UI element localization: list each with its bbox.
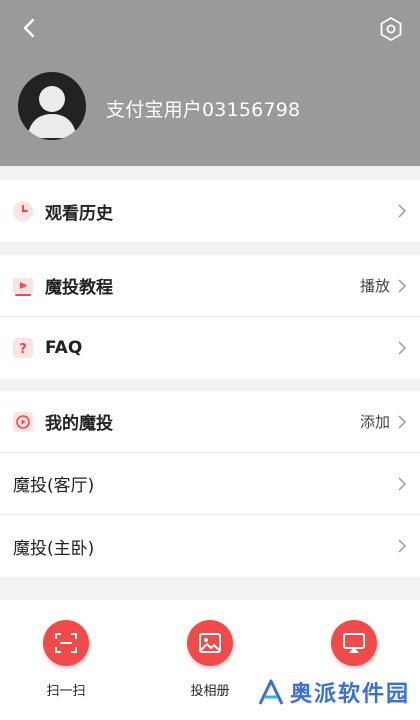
history-group: 观看历史 bbox=[0, 180, 420, 242]
watermark-text: 奥派软件园 bbox=[289, 682, 410, 707]
row-label: FAQ bbox=[45, 338, 83, 358]
video-play-icon bbox=[12, 275, 34, 297]
back-chevron-icon[interactable] bbox=[18, 16, 42, 40]
chevron-right-icon bbox=[398, 341, 406, 355]
chevron-right-icon bbox=[398, 204, 406, 218]
row-label: 观看历史 bbox=[45, 203, 113, 224]
profile-header: 支付宝用户03156798 bbox=[0, 0, 420, 166]
tutorial-group: 魔投教程 播放 ? FAQ bbox=[0, 255, 420, 379]
history-clock-icon bbox=[12, 200, 34, 222]
svg-text:?: ? bbox=[19, 342, 27, 357]
row-tutorial[interactable]: 魔投教程 播放 bbox=[0, 255, 420, 317]
chevron-right-icon bbox=[398, 278, 406, 293]
photo-icon bbox=[187, 620, 233, 666]
username: 支付宝用户03156798 bbox=[106, 99, 301, 121]
row-label: 魔投教程 bbox=[45, 278, 113, 298]
screen-cast-icon bbox=[331, 620, 377, 666]
row-device-living-room[interactable]: 魔投(客厅) bbox=[0, 453, 420, 515]
row-right-text: 添加 bbox=[359, 413, 390, 431]
row-device-master-bedroom[interactable]: 魔投(主卧) bbox=[0, 515, 420, 577]
screen-cast-button[interactable] bbox=[314, 620, 394, 680]
action-label: 投相册 bbox=[190, 684, 230, 699]
row-my-cast[interactable]: 我的魔投 添加 bbox=[0, 391, 420, 453]
row-label: 魔投(客厅) bbox=[13, 476, 95, 496]
chevron-right-icon bbox=[398, 414, 406, 429]
watermark: 奥派软件园 bbox=[256, 676, 410, 708]
devices-group: 我的魔投 添加 魔投(客厅) 魔投(主卧) bbox=[0, 391, 420, 577]
row-right-text: 播放 bbox=[359, 277, 390, 295]
row-label: 魔投(主卧) bbox=[13, 538, 95, 559]
row-faq[interactable]: ? FAQ bbox=[0, 317, 420, 379]
chevron-right-icon bbox=[398, 539, 406, 553]
action-label: 扫一扫 bbox=[46, 684, 86, 699]
settings-gear-icon[interactable] bbox=[378, 16, 404, 42]
row-watch-history[interactable]: 观看历史 bbox=[0, 180, 420, 242]
row-label: 我的魔投 bbox=[45, 414, 113, 434]
cast-album-button[interactable]: 投相册 bbox=[170, 620, 250, 699]
scan-button[interactable]: 扫一扫 bbox=[26, 620, 106, 699]
scan-icon bbox=[43, 620, 89, 666]
avatar-person-icon bbox=[27, 86, 77, 138]
chevron-right-icon bbox=[398, 476, 406, 491]
cast-circle-icon bbox=[12, 411, 34, 433]
question-icon: ? bbox=[12, 337, 34, 359]
watermark-logo-icon bbox=[258, 679, 284, 705]
avatar[interactable] bbox=[18, 72, 86, 140]
